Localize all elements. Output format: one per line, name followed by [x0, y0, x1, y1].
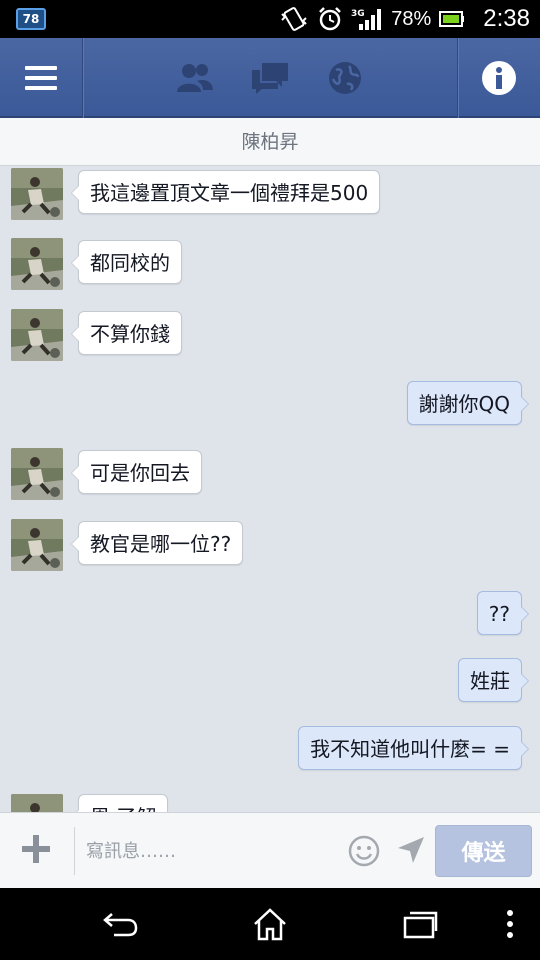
globe-icon — [329, 62, 361, 94]
location-button[interactable] — [396, 835, 426, 865]
friends-icon — [177, 64, 213, 92]
outgoing-message[interactable]: 我不知道他叫什麼= = — [298, 726, 529, 770]
incoming-message[interactable]: 恩 了解 — [70, 794, 169, 812]
compose-divider — [74, 827, 75, 875]
conversation-info-button[interactable] — [458, 38, 540, 118]
incoming-message[interactable]: 都同校的 — [71, 240, 182, 284]
menu-icon — [25, 66, 57, 90]
notification-badge: 78 — [16, 8, 46, 30]
send-button[interactable]: 傳送 — [435, 825, 532, 877]
info-icon — [482, 61, 516, 95]
recent-apps-icon — [403, 911, 438, 939]
outgoing-message[interactable]: 謝謝你QQ — [406, 381, 530, 425]
plus-icon — [22, 835, 50, 863]
incoming-message[interactable]: 不算你錢 — [71, 311, 182, 355]
more-vertical-icon — [507, 910, 513, 938]
message-input[interactable] — [86, 831, 336, 871]
signal-icon: 3G — [351, 6, 383, 32]
home-button[interactable] — [250, 904, 290, 944]
incoming-message[interactable]: 教官是哪一位?? — [70, 521, 244, 565]
battery-percent: 78% — [391, 7, 432, 30]
recent-apps-button[interactable] — [400, 904, 440, 944]
facebook-navbar — [0, 38, 540, 118]
overflow-menu-button[interactable] — [500, 904, 520, 944]
nav-divider — [82, 38, 83, 118]
back-button[interactable] — [100, 904, 140, 944]
message-list[interactable]: 我這邊置頂文章一個禮拜是500 都同校的 不算你錢 謝謝你QQ 可是你回去 教官… — [0, 166, 540, 812]
compose-bar: 傳送 — [0, 812, 540, 888]
avatar[interactable] — [11, 238, 63, 290]
notifications-button[interactable] — [322, 38, 368, 118]
back-icon — [103, 913, 138, 937]
friend-requests-button[interactable] — [170, 38, 220, 118]
system-navigation-bar — [0, 888, 540, 960]
outgoing-message[interactable]: 姓莊 — [458, 658, 529, 702]
smiley-icon — [348, 835, 380, 867]
sticker-button[interactable] — [348, 835, 380, 867]
home-icon — [254, 908, 286, 941]
svg-text:3G: 3G — [351, 9, 365, 19]
menu-button[interactable] — [0, 38, 82, 118]
conversation-title: 陳柏昇 — [0, 118, 540, 166]
avatar[interactable] — [11, 448, 63, 500]
incoming-message[interactable]: 我這邊置頂文章一個禮拜是500 — [70, 170, 381, 214]
outgoing-message[interactable]: ?? — [476, 591, 530, 635]
status-icons: 3G 78% 2:38 — [279, 0, 530, 38]
incoming-message[interactable]: 可是你回去 — [71, 450, 202, 494]
avatar[interactable] — [11, 168, 63, 220]
status-bar: 78 3G 78% 2:38 — [0, 0, 540, 38]
avatar[interactable] — [11, 794, 63, 812]
battery-icon — [439, 10, 465, 28]
clock: 2:38 — [483, 5, 530, 32]
avatar[interactable] — [11, 519, 63, 571]
avatar[interactable] — [11, 309, 63, 361]
attach-button[interactable] — [20, 833, 52, 865]
alarm-icon — [317, 6, 343, 32]
messages-button[interactable] — [245, 38, 295, 118]
messages-icon — [252, 63, 288, 94]
location-arrow-icon — [398, 837, 424, 863]
vibrate-icon — [279, 6, 309, 32]
